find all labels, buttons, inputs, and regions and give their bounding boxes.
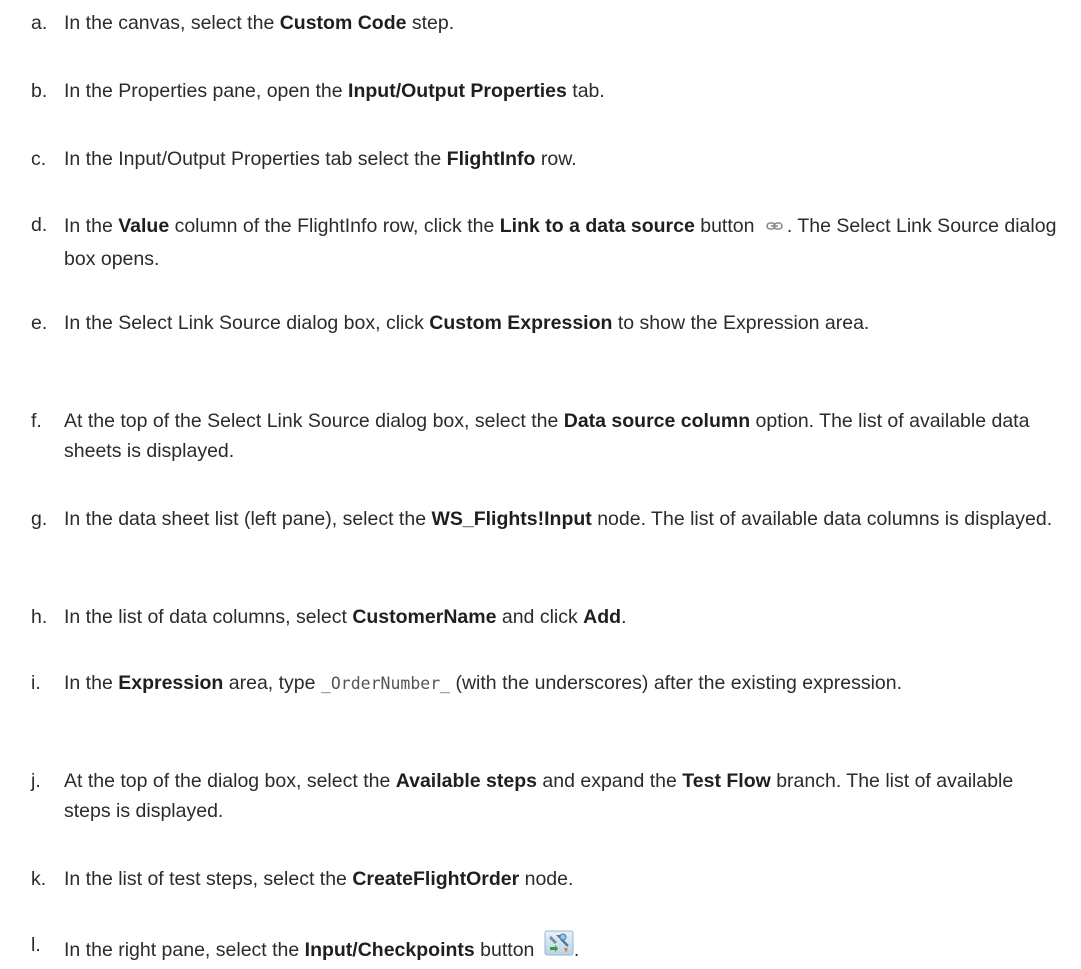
step-text: In the Value column of the FlightInfo ro… <box>64 210 1061 274</box>
step-text-segment: In the <box>64 215 119 238</box>
input-checkpoints-icon <box>544 930 574 965</box>
step-text: In the canvas, select the Custom Code st… <box>64 8 1061 38</box>
step-text-segment: and expand the <box>537 770 683 792</box>
step-text-segment: and click <box>496 606 584 628</box>
step-marker: g. <box>31 508 48 530</box>
step-text-segment: In the Properties pane, open the <box>64 80 349 102</box>
step-text-segment: At the top of the dialog box, select the <box>64 770 396 792</box>
step-marker: h. <box>31 606 48 628</box>
ui-term: Available steps <box>395 770 537 792</box>
ui-term: Expression <box>118 672 224 694</box>
ui-term: Data source column <box>563 410 751 432</box>
step-text-segment: . <box>573 939 580 961</box>
step-text-segment: In the canvas, select the <box>64 12 280 34</box>
step-text-segment: In the right pane, select the <box>64 939 305 961</box>
ui-term: Custom Code <box>279 12 407 34</box>
step-text-segment: button <box>694 215 760 238</box>
step-text: In the Select Link Source dialog box, cl… <box>64 308 1061 338</box>
step-text-segment: (with the underscores) after the existin… <box>450 672 903 694</box>
step-text: In the list of data columns, select Cust… <box>64 602 1061 632</box>
step-text-segment: In the <box>64 672 119 694</box>
step-marker: e. <box>31 312 48 334</box>
step-text: In the list of test steps, select the Cr… <box>64 864 1061 894</box>
step-text: In the Properties pane, open the Input/O… <box>64 76 1061 106</box>
step-marker: b. <box>31 80 48 102</box>
step-text: In the right pane, select the Input/Chec… <box>64 930 1061 965</box>
step-text-segment: node. <box>519 868 574 890</box>
ui-term: Link to a data source <box>499 215 695 238</box>
step-text: In the data sheet list (left pane), sele… <box>64 504 1061 534</box>
ui-term: Test Flow <box>682 770 771 792</box>
step-text-segment: In the list of test steps, select the <box>64 868 353 890</box>
step-text-segment: In the list of data columns, select <box>64 606 353 628</box>
step-text: At the top of the dialog box, select the… <box>64 766 1061 826</box>
step-text-segment: to show the Expression area. <box>612 312 870 334</box>
step-text-segment: row. <box>535 148 577 170</box>
ui-term: WS_Flights!Input <box>431 508 592 530</box>
step-marker: j. <box>31 770 41 792</box>
ui-term: Add <box>583 606 622 628</box>
step-text-segment: step. <box>406 12 455 34</box>
step-marker: k. <box>31 868 47 890</box>
step-text: In the Expression area, type _OrderNumbe… <box>64 668 1061 699</box>
step-text-segment: At the top of the Select Link Source dia… <box>64 410 564 432</box>
step-text-segment: button <box>474 939 540 961</box>
ui-term: CreateFlightOrder <box>352 868 520 890</box>
ui-term: Value <box>118 215 170 238</box>
ui-term: Input/Checkpoints <box>304 939 475 961</box>
step-text-segment: In the Select Link Source dialog box, cl… <box>64 312 430 334</box>
ui-term: Custom Expression <box>429 312 613 334</box>
step-text-segment: tab. <box>566 80 605 102</box>
step-marker: f. <box>31 410 42 432</box>
step-text-segment: In the Input/Output Properties tab selec… <box>64 148 447 170</box>
ui-term: CustomerName <box>352 606 497 628</box>
step-text-segment: . <box>621 606 627 628</box>
step-marker: a. <box>31 12 48 34</box>
step-text-segment: node. The list of available data columns… <box>591 508 1053 530</box>
step-marker: d. <box>31 214 48 236</box>
step-text-segment: In the data sheet list (left pane), sele… <box>64 508 432 530</box>
step-marker: l. <box>31 934 41 956</box>
ui-term: FlightInfo <box>446 148 536 170</box>
link-icon <box>766 210 783 240</box>
step-marker: c. <box>31 148 47 170</box>
step-text: In the Input/Output Properties tab selec… <box>64 144 1061 174</box>
step-text-segment: area, type <box>223 672 321 694</box>
step-text: At the top of the Select Link Source dia… <box>64 406 1061 466</box>
code-snippet: _OrderNumber_ <box>320 674 451 693</box>
step-text-segment: column of the FlightInfo row, click the <box>169 215 500 238</box>
ui-term: Input/Output Properties <box>348 80 567 102</box>
step-marker: i. <box>31 672 41 694</box>
